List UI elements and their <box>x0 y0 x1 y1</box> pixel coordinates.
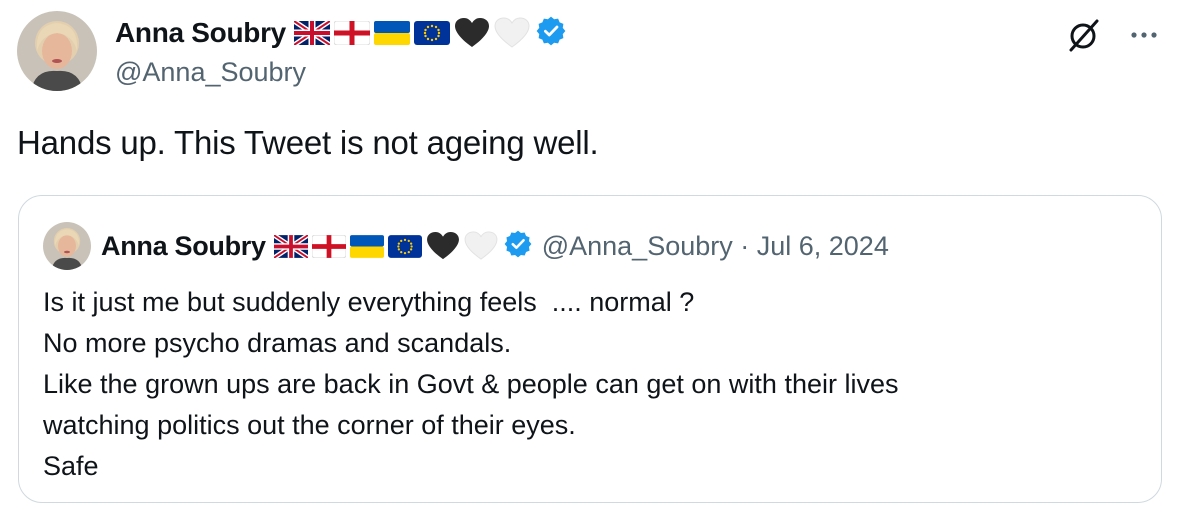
emoji-flags <box>293 17 530 49</box>
black-heart-icon <box>454 17 490 49</box>
quoted-emoji-flags <box>273 231 498 261</box>
more-icon[interactable] <box>1126 27 1162 38</box>
eu-flag-icon <box>387 234 422 258</box>
uk-flag-icon <box>293 21 330 45</box>
author-display-name[interactable]: Anna Soubry <box>115 17 286 49</box>
quoted-text-line: No more psycho dramas and scandals. <box>43 328 512 358</box>
quoted-display-name[interactable]: Anna Soubry <box>101 231 266 262</box>
author-handle[interactable]: @Anna_Soubry <box>115 57 306 88</box>
eu-flag-icon <box>413 21 450 45</box>
verified-badge-icon[interactable] <box>536 16 566 51</box>
quoted-text-line: Is it just me but suddenly everything fe… <box>43 287 695 317</box>
white-heart-icon <box>464 231 498 261</box>
quoted-handle-date[interactable]: @Anna_Soubry · Jul 6, 2024 <box>542 231 889 262</box>
ukraine-flag-icon <box>373 21 410 45</box>
tweet: Anna Soubry @Anna_Soubry Hands up. This … <box>0 0 1196 516</box>
quoted-text-line: watching politics out the corner of thei… <box>43 410 576 440</box>
quoted-text-line: Safe <box>43 451 99 481</box>
white-heart-icon <box>494 17 530 49</box>
quoted-text-line: Like the grown ups are back in Govt & pe… <box>43 369 899 399</box>
avatar[interactable] <box>17 11 97 91</box>
ukraine-flag-icon <box>349 234 384 258</box>
verified-badge-icon[interactable] <box>504 230 532 263</box>
uk-flag-icon <box>273 234 308 258</box>
grok-icon[interactable] <box>1066 17 1102 53</box>
england-flag-icon <box>311 234 346 258</box>
quoted-tweet-text: Is it just me but suddenly everything fe… <box>43 282 898 487</box>
england-flag-icon <box>333 21 370 45</box>
quoted-avatar[interactable] <box>43 222 91 270</box>
quoted-name-row: Anna Soubry @Anna_Soubry · Jul 6, 2024 <box>101 226 889 266</box>
author-name-row: Anna Soubry <box>115 14 566 52</box>
tweet-text: Hands up. This Tweet is not ageing well. <box>17 124 599 161</box>
quoted-tweet[interactable]: Anna Soubry @Anna_Soubry · Jul 6, 2024 I… <box>18 195 1162 503</box>
black-heart-icon <box>426 231 460 261</box>
